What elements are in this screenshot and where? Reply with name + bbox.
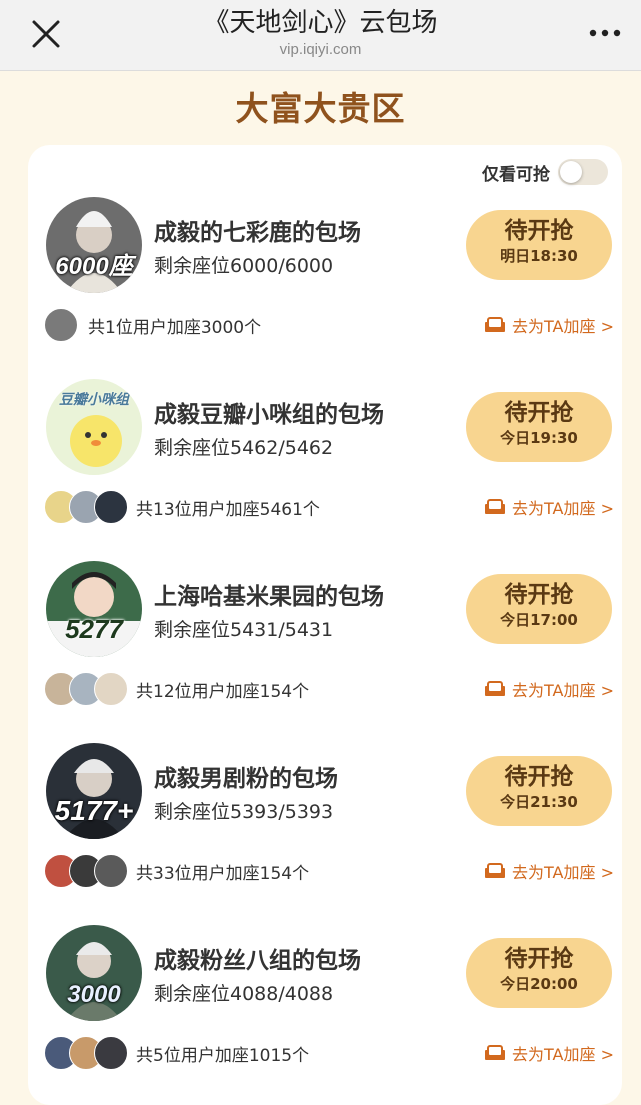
item-footer-text: 共13位用户加座5461个 bbox=[136, 500, 320, 520]
filter-label: 仅看可抢 bbox=[482, 164, 550, 185]
more-button[interactable] bbox=[587, 18, 623, 48]
toggle-knob bbox=[560, 161, 582, 183]
avatar[interactable]: 5177+ bbox=[46, 743, 142, 839]
grab-button-time: 今日21:30 bbox=[500, 793, 578, 811]
item-footer-text: 共5位用户加座1015个 bbox=[136, 1046, 310, 1066]
item-footer: 共12位用户加座154个 去为TA加座 > bbox=[44, 671, 614, 707]
avatar-caption: 6000座 bbox=[55, 253, 133, 280]
booking-list-card: 仅看可抢 6000座 成毅的七彩鹿的包场 剩余座位6000/6000 待开抢 明… bbox=[28, 145, 622, 1105]
top-bar: 《天地剑心》云包场 vip.iqiyi.com bbox=[0, 0, 641, 71]
grab-button-label: 待开抢 bbox=[504, 582, 574, 608]
avatar[interactable]: 5277 bbox=[46, 561, 142, 657]
grab-button-label: 待开抢 bbox=[504, 764, 574, 790]
grab-button[interactable]: 待开抢 今日20:00 bbox=[466, 938, 612, 1008]
item-footer: 共1位用户加座3000个 去为TA加座 > bbox=[44, 307, 614, 343]
grab-button-time: 今日19:30 bbox=[500, 429, 578, 447]
item-seats: 剩余座位5462/5462 bbox=[154, 437, 334, 459]
item-footer-text: 共12位用户加座154个 bbox=[136, 682, 310, 702]
list-item: 5177+ 成毅男剧粉的包场 剩余座位5393/5393 待开抢 今日21:30… bbox=[28, 743, 622, 913]
join-seat-link[interactable]: 去为TA加座 > bbox=[484, 677, 614, 701]
close-icon[interactable] bbox=[22, 14, 66, 54]
item-footer-text: 共33位用户加座154个 bbox=[136, 864, 310, 884]
join-seat-link[interactable]: 去为TA加座 > bbox=[484, 495, 614, 519]
item-footer: 共13位用户加座5461个 去为TA加座 > bbox=[44, 489, 614, 525]
mini-avatar bbox=[94, 1036, 128, 1070]
grab-button[interactable]: 待开抢 今日21:30 bbox=[466, 756, 612, 826]
close-button[interactable] bbox=[22, 14, 66, 54]
avatar-caption: 豆瓣小咪组 bbox=[59, 391, 129, 407]
section-title: 大富大贵区 bbox=[235, 89, 406, 128]
list-item: 6000座 成毅的七彩鹿的包场 剩余座位6000/6000 待开抢 明日18:3… bbox=[28, 197, 622, 367]
avatar-caption: 5277 bbox=[65, 614, 123, 644]
item-seats: 剩余座位6000/6000 bbox=[154, 255, 334, 277]
item-seats: 剩余座位4088/4088 bbox=[154, 983, 334, 1005]
grab-button[interactable]: 待开抢 今日17:00 bbox=[466, 574, 612, 644]
item-name: 成毅男剧粉的包场 bbox=[154, 766, 338, 792]
item-footer: 共5位用户加座1015个 去为TA加座 > bbox=[44, 1035, 614, 1071]
page-url: vip.iqiyi.com bbox=[279, 41, 362, 58]
grab-button[interactable]: 待开抢 今日19:30 bbox=[466, 392, 612, 462]
sofa-icon bbox=[485, 499, 506, 514]
grab-button-time: 明日18:30 bbox=[500, 247, 578, 265]
join-seat-label: 去为TA加座 > bbox=[512, 1045, 614, 1064]
item-name: 成毅的七彩鹿的包场 bbox=[154, 220, 361, 246]
avatar[interactable]: 豆瓣小咪组 bbox=[46, 379, 142, 475]
avatar[interactable]: 6000座 bbox=[46, 197, 142, 293]
item-name: 成毅粉丝八组的包场 bbox=[154, 948, 361, 974]
page-title: 《天地剑心》云包场 bbox=[203, 8, 438, 38]
mini-avatar bbox=[44, 308, 78, 342]
grab-button-label: 待开抢 bbox=[504, 218, 574, 244]
mini-avatar bbox=[94, 854, 128, 888]
join-seat-label: 去为TA加座 > bbox=[512, 499, 614, 518]
sofa-icon bbox=[485, 1045, 506, 1060]
item-name: 成毅豆瓣小咪组的包场 bbox=[154, 402, 384, 428]
item-footer-text: 共1位用户加座3000个 bbox=[88, 318, 262, 338]
join-seat-label: 去为TA加座 > bbox=[512, 681, 614, 700]
join-seat-link[interactable]: 去为TA加座 > bbox=[484, 859, 614, 883]
available-only-filter[interactable]: 仅看可抢 bbox=[482, 159, 608, 185]
list-item: 豆瓣小咪组 成毅豆瓣小咪组的包场 剩余座位5462/5462 待开抢 今日19:… bbox=[28, 379, 622, 549]
avatar-caption: 5177+ bbox=[54, 795, 134, 826]
item-seats: 剩余座位5393/5393 bbox=[154, 801, 334, 823]
join-seat-label: 去为TA加座 > bbox=[512, 863, 614, 882]
avatar[interactable]: 3000 bbox=[46, 925, 142, 1021]
join-seat-label: 去为TA加座 > bbox=[512, 317, 614, 336]
sofa-icon bbox=[485, 317, 506, 332]
grab-button-time: 今日17:00 bbox=[500, 611, 578, 629]
item-name: 上海哈基米果园的包场 bbox=[154, 584, 384, 610]
grab-button-label: 待开抢 bbox=[504, 400, 574, 426]
list-item: 3000 成毅粉丝八组的包场 剩余座位4088/4088 待开抢 今日20:00… bbox=[28, 925, 622, 1095]
available-only-toggle[interactable] bbox=[558, 159, 608, 185]
list-item: 5277 上海哈基米果园的包场 剩余座位5431/5431 待开抢 今日17:0… bbox=[28, 561, 622, 731]
join-seat-link[interactable]: 去为TA加座 > bbox=[484, 313, 614, 337]
sofa-icon bbox=[485, 681, 506, 696]
sofa-icon bbox=[485, 863, 506, 878]
item-footer: 共33位用户加座154个 去为TA加座 > bbox=[44, 853, 614, 889]
avatar-caption: 3000 bbox=[67, 981, 121, 1008]
grab-button[interactable]: 待开抢 明日18:30 bbox=[466, 210, 612, 280]
join-seat-link[interactable]: 去为TA加座 > bbox=[484, 1041, 614, 1065]
title-block: 《天地剑心》云包场 vip.iqiyi.com bbox=[110, 6, 531, 60]
item-seats: 剩余座位5431/5431 bbox=[154, 619, 334, 641]
grab-button-time: 今日20:00 bbox=[500, 975, 578, 993]
mini-avatar bbox=[94, 490, 128, 524]
more-dots-icon[interactable] bbox=[587, 18, 623, 48]
grab-button-label: 待开抢 bbox=[504, 946, 574, 972]
mini-avatar bbox=[94, 672, 128, 706]
